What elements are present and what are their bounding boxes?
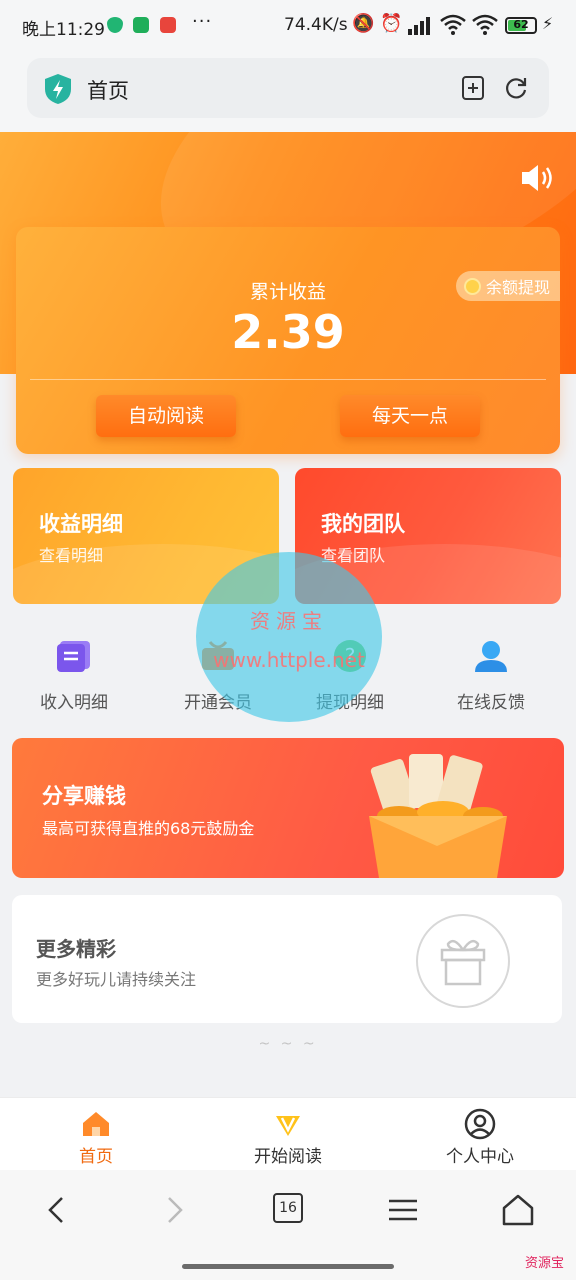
- back-icon[interactable]: [38, 1190, 78, 1230]
- address-bar[interactable]: 首页: [27, 58, 549, 118]
- tab-count-button[interactable]: 16: [273, 1193, 303, 1223]
- tile-title: 我的团队: [321, 512, 405, 536]
- status-time: 晚上11:29: [22, 20, 105, 40]
- speaker-icon[interactable]: [520, 163, 556, 193]
- watermark-text: 资源宝: [250, 609, 328, 633]
- watermark-circle: [196, 552, 382, 722]
- red-envelope-money-icon: [369, 754, 507, 878]
- menu-icon[interactable]: [383, 1190, 423, 1230]
- earnings-value: 2.39: [231, 305, 345, 359]
- more-fun-card: 更多精彩 更多好玩儿请持续关注: [12, 895, 562, 1023]
- network-speed: 74.4K/s: [284, 15, 348, 35]
- share-subtitle: 最高可获得直推的68元鼓励金: [42, 819, 255, 838]
- shield-notification-icon: [107, 17, 123, 33]
- wifi-icon: [440, 14, 466, 35]
- withdraw-button[interactable]: 余额提现: [455, 271, 560, 301]
- corner-watermark: 资源宝: [524, 1256, 564, 1271]
- status-bar: 晚上11:29 ··· 74.4K/s 🔕 ⏰ 62 ⚡: [0, 0, 576, 52]
- add-bookmark-icon[interactable]: [460, 75, 486, 101]
- tile-title: 收益明细: [39, 512, 123, 536]
- security-shield-icon: [45, 74, 71, 104]
- tab-label: 开始阅读: [254, 1147, 322, 1167]
- coin-icon: [463, 277, 481, 295]
- withdraw-label: 余额提现: [485, 278, 550, 297]
- shortcut-online-feedback[interactable]: 在线反馈: [419, 632, 563, 716]
- refresh-icon[interactable]: [503, 75, 529, 101]
- share-earn-banner[interactable]: 分享赚钱 最高可获得直推的68元鼓励金: [12, 738, 564, 878]
- tab-start-reading[interactable]: 开始阅读: [192, 1098, 384, 1171]
- gesture-home-bar: [182, 1264, 394, 1269]
- shortcut-label: 收入明细: [40, 693, 108, 713]
- user-icon: [475, 641, 507, 672]
- charging-icon: ⚡: [542, 14, 554, 33]
- signal-icon: [408, 17, 430, 35]
- battery-icon: 62: [505, 17, 537, 34]
- tab-label: 首页: [79, 1147, 113, 1167]
- home-nav-icon[interactable]: [498, 1190, 538, 1230]
- shortcut-income-detail[interactable]: 收入明细: [2, 632, 146, 716]
- forward-icon[interactable]: [153, 1190, 193, 1230]
- document-icon: [57, 641, 90, 672]
- home-icon: [83, 1112, 109, 1136]
- gift-icon: [416, 914, 510, 1008]
- bottom-tab-bar: 首页 开始阅读 个人中心: [0, 1097, 576, 1170]
- tab-profile[interactable]: 个人中心: [384, 1098, 576, 1171]
- more-title: 更多精彩: [36, 937, 116, 961]
- daily-button[interactable]: 每天一点: [340, 395, 480, 437]
- more-notifications-icon: ···: [192, 11, 213, 32]
- download-notification-icon: [133, 17, 149, 33]
- end-divider: ~ ~ ~: [258, 1036, 318, 1052]
- battery-level: 62: [513, 18, 529, 31]
- more-subtitle: 更多好玩儿请持续关注: [36, 970, 197, 989]
- share-title: 分享赚钱: [42, 784, 126, 808]
- profile-icon: [464, 1108, 496, 1140]
- tab-label: 个人中心: [446, 1147, 514, 1167]
- browser-top-bar: 首页: [0, 52, 576, 132]
- shortcut-label: 在线反馈: [457, 693, 525, 713]
- earnings-card: 累计收益 2.39 余额提现 自动阅读 每天一点: [16, 227, 560, 454]
- wifi-icon-2: [472, 14, 498, 35]
- card-divider: [30, 379, 546, 380]
- tab-home[interactable]: 首页: [0, 1098, 192, 1171]
- watermark-url: www.httple.net: [213, 648, 365, 672]
- page-title: 首页: [87, 79, 129, 103]
- alarm-icon: ⏰: [380, 13, 403, 34]
- auto-read-button[interactable]: 自动阅读: [96, 395, 236, 437]
- mail-notification-icon: [160, 17, 176, 33]
- tile-subtitle: 查看明细: [39, 546, 104, 565]
- diamond-icon: [276, 1116, 300, 1136]
- mute-icon: 🔕: [352, 13, 375, 34]
